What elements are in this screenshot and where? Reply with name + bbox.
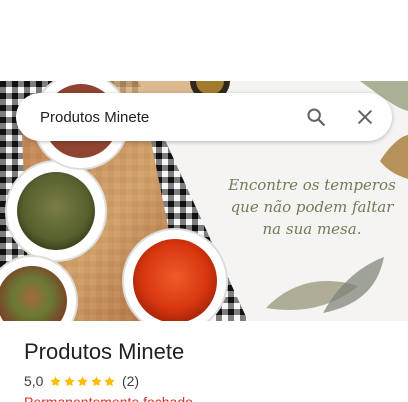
rating-stars bbox=[49, 375, 117, 388]
photo-tagline-line-3: na sua mesa. bbox=[262, 220, 362, 238]
review-count[interactable]: (2) bbox=[122, 373, 139, 389]
search-bar[interactable] bbox=[16, 93, 392, 141]
photo-tagline: Encontre os temperos que não podem falta… bbox=[224, 174, 400, 240]
star-icon bbox=[64, 375, 75, 386]
search-icon bbox=[307, 108, 325, 126]
maps-place-panel: Encontre os temperos que não podem falta… bbox=[0, 0, 408, 402]
rating-value: 5,0 bbox=[24, 373, 44, 389]
clear-search-button[interactable] bbox=[351, 103, 379, 131]
photo-tagline-line-2: que não podem faltar bbox=[230, 198, 394, 216]
search-input[interactable] bbox=[40, 105, 290, 129]
rating-row[interactable]: 5,0 (2) bbox=[24, 372, 139, 390]
place-title: Produtos Minete bbox=[24, 339, 185, 364]
star-icon bbox=[91, 375, 102, 386]
star-icon bbox=[77, 375, 89, 386]
business-status: Permanentemente fechado bbox=[24, 394, 193, 402]
star-icon bbox=[104, 375, 116, 386]
photo-tagline-line-1: Encontre os temperos bbox=[228, 176, 396, 194]
star-icon bbox=[50, 375, 62, 386]
close-icon bbox=[358, 110, 372, 124]
search-button[interactable] bbox=[302, 103, 330, 131]
